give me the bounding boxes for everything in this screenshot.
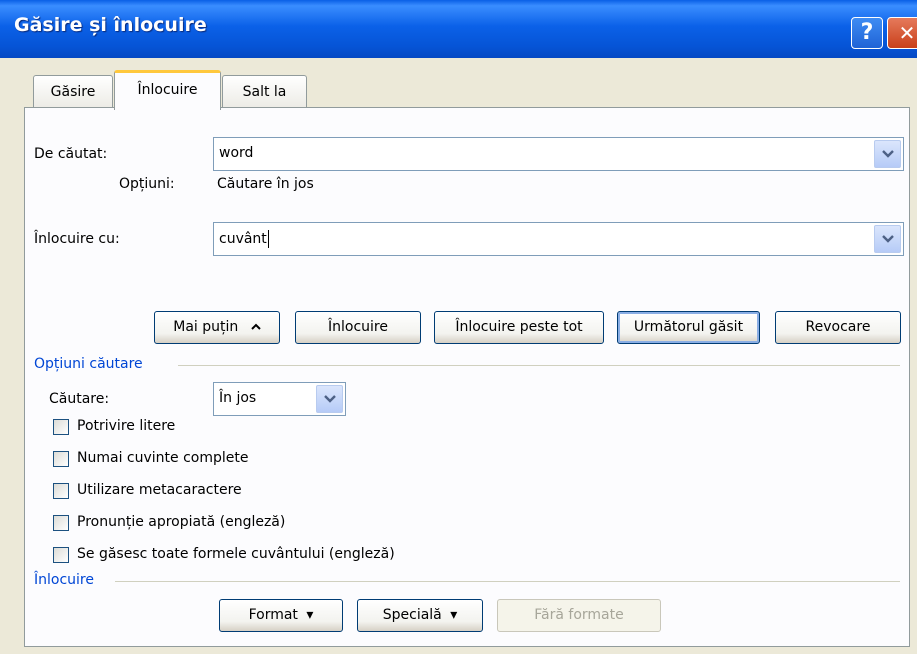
checkbox-match-case-label[interactable]: Potrivire litere [77, 418, 175, 434]
replace-dropdown-button[interactable] [874, 225, 901, 253]
find-dropdown-button[interactable] [874, 140, 901, 168]
find-label: De căutat: [34, 146, 108, 162]
close-icon: ✕ [898, 21, 916, 45]
checkbox-whole-words[interactable] [53, 451, 69, 467]
checkbox-wildcards-label[interactable]: Utilizare metacaractere [77, 482, 242, 498]
cancel-button-label: Revocare [805, 319, 871, 335]
replace-combobox[interactable]: cuvânt [213, 222, 904, 256]
checkbox-sounds-like-label[interactable]: Pronunție apropiată (engleză) [77, 514, 285, 530]
cancel-button[interactable]: Revocare [775, 311, 901, 344]
special-button[interactable]: Specială ▾ [357, 599, 483, 632]
chevron-up-icon [251, 323, 261, 330]
chevron-down-icon [324, 395, 336, 403]
search-direction-select[interactable]: În jos [213, 382, 346, 416]
replace-input-value: cuvânt [219, 230, 269, 248]
format-button[interactable]: Format ▾ [219, 599, 343, 632]
tab-find[interactable]: Găsire [33, 75, 113, 108]
find-combobox[interactable]: word [213, 137, 904, 171]
search-direction-label: Căutare: [49, 391, 110, 407]
tab-goto-label: Salt la [242, 84, 287, 100]
chevron-down-icon [882, 235, 894, 243]
help-icon: ? [860, 20, 874, 45]
find-input-value: word [219, 145, 254, 161]
replace-label: Înlocuire cu: [34, 231, 120, 247]
less-button[interactable]: Mai puțin [154, 311, 280, 344]
triangle-down-icon: ▾ [306, 607, 314, 623]
replace-all-button-label: Înlocuire peste tot [455, 319, 583, 335]
search-direction-dropdown-button[interactable] [316, 385, 343, 413]
no-formatting-button[interactable]: Fără formate [497, 599, 661, 632]
search-options-divider [178, 365, 900, 366]
window-title: Găsire și înlocuire [14, 14, 207, 36]
close-button[interactable]: ✕ [887, 17, 917, 49]
search-direction-value: În jos [219, 390, 257, 406]
checkbox-word-forms[interactable] [53, 547, 69, 563]
options-label: Opțiuni: [119, 176, 175, 192]
replace-button[interactable]: Înlocuire [295, 311, 421, 344]
less-button-label: Mai puțin [173, 319, 239, 335]
checkbox-word-forms-label[interactable]: Se găsesc toate formele cuvântului (engl… [77, 546, 395, 562]
replace-section-divider [115, 581, 900, 582]
tab-replace[interactable]: Înlocuire [114, 70, 221, 110]
triangle-down-icon: ▾ [450, 607, 458, 623]
tab-find-label: Găsire [50, 84, 96, 100]
checkbox-sounds-like[interactable] [53, 515, 69, 531]
tab-goto[interactable]: Salt la [222, 75, 307, 108]
tab-replace-label: Înlocuire [137, 82, 198, 98]
format-button-label: Format [248, 607, 298, 623]
search-options-title: Opțiuni căutare [34, 356, 143, 372]
special-button-label: Specială [382, 607, 442, 623]
find-next-button-label: Următorul găsit [633, 319, 744, 335]
no-formatting-button-label: Fără formate [534, 607, 624, 623]
replace-section-title: Înlocuire [34, 572, 94, 588]
checkbox-wildcards[interactable] [53, 483, 69, 499]
find-next-button[interactable]: Următorul găsit [617, 311, 760, 344]
options-value: Căutare în jos [217, 176, 314, 192]
chevron-down-icon [882, 150, 894, 158]
checkbox-whole-words-label[interactable]: Numai cuvinte complete [77, 450, 248, 466]
replace-button-label: Înlocuire [328, 319, 388, 335]
help-button[interactable]: ? [851, 17, 883, 49]
checkbox-match-case[interactable] [53, 419, 69, 435]
replace-all-button[interactable]: Înlocuire peste tot [434, 311, 604, 344]
title-bar: Găsire și înlocuire ? ✕ [0, 0, 917, 58]
